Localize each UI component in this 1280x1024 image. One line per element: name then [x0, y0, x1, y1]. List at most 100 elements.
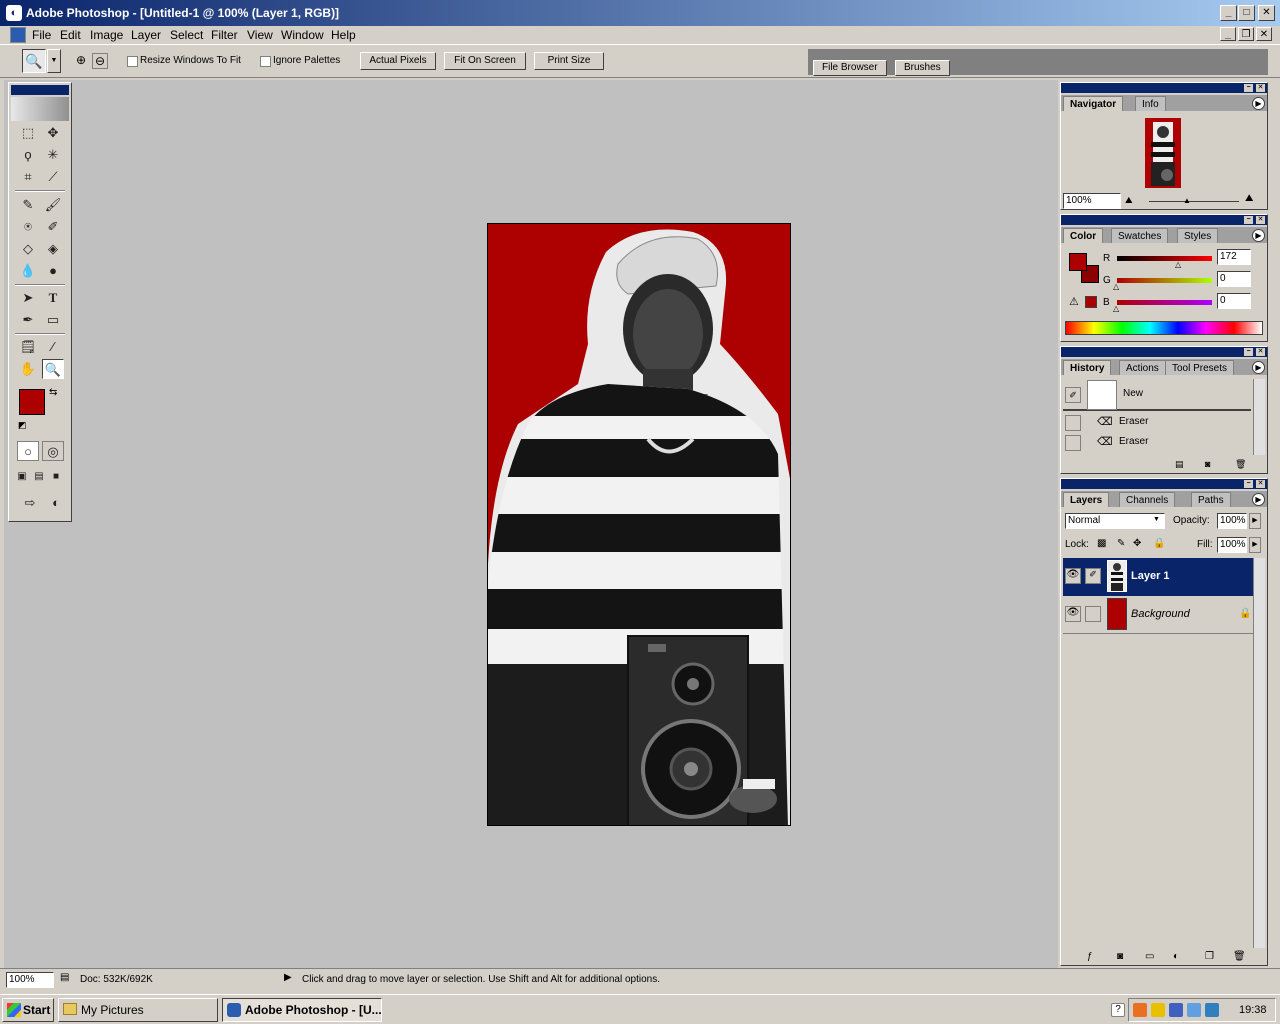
color-fg-swatch[interactable] — [1069, 253, 1087, 271]
color-ramp[interactable] — [1065, 321, 1263, 335]
layer-brush-link-icon[interactable]: ✐ — [1085, 568, 1101, 584]
menu-layer[interactable]: Layer — [131, 28, 161, 42]
zoom-slider[interactable] — [1149, 201, 1239, 202]
doc-minimize-button[interactable]: _ — [1220, 27, 1236, 41]
palette-minimize-button[interactable]: − — [1244, 84, 1253, 92]
menu-image[interactable]: Image — [90, 28, 123, 42]
palette-menu-icon[interactable]: ▶ — [1252, 97, 1265, 110]
menu-view[interactable]: View — [247, 28, 273, 42]
tab-swatches[interactable]: Swatches — [1111, 228, 1169, 243]
gamut-warning-icon[interactable]: ⚠ — [1069, 295, 1079, 308]
lock-position-icon[interactable]: ✥ — [1133, 538, 1141, 549]
tab-tool-presets[interactable]: Tool Presets — [1165, 360, 1235, 375]
lasso-tool-icon[interactable]: ϙ — [17, 145, 39, 165]
blend-mode-select[interactable]: Normal — [1065, 513, 1165, 529]
palette-close-button[interactable]: ✕ — [1256, 348, 1265, 356]
r-value-field[interactable]: 172 — [1217, 249, 1251, 265]
history-scrollbar[interactable] — [1253, 379, 1265, 455]
layer-brush-link-box[interactable] — [1085, 606, 1101, 622]
fill-slider-button[interactable]: ▶ — [1249, 537, 1261, 553]
full-screen-menu-mode-icon[interactable]: ▤ — [31, 467, 47, 487]
lock-transparency-icon[interactable]: ▩ — [1097, 538, 1106, 549]
tab-channels[interactable]: Channels — [1119, 492, 1176, 507]
brush-tool-icon[interactable]: 🖌 — [42, 195, 64, 215]
g-slider[interactable] — [1117, 278, 1212, 283]
lock-all-icon[interactable]: 🔒 — [1153, 538, 1165, 549]
zoom-in-large-icon[interactable]: ⛰ — [1245, 193, 1253, 204]
adjustment-layer-icon[interactable]: ◐ — [1173, 951, 1179, 962]
palette-minimize-button[interactable]: − — [1244, 480, 1253, 488]
menu-file[interactable]: File — [32, 28, 51, 42]
jump-to-imageready-icon[interactable]: ⇨ — [17, 493, 43, 513]
tab-navigator[interactable]: Navigator — [1063, 96, 1124, 111]
menu-filter[interactable]: Filter — [211, 28, 238, 42]
task-my-pictures[interactable]: My Pictures — [58, 998, 218, 1022]
history-brush-source-box[interactable] — [1065, 435, 1081, 451]
rectangle-tool-icon[interactable]: ▭ — [42, 310, 64, 330]
tab-actions[interactable]: Actions — [1119, 360, 1166, 375]
blur-tool-icon[interactable]: 💧 — [17, 261, 39, 281]
zoom-out-small-icon[interactable]: ⛰ — [1125, 195, 1133, 206]
zoom-tool-icon[interactable]: 🔍 — [42, 359, 64, 379]
close-button[interactable]: ✕ — [1258, 5, 1275, 21]
doc-close-button[interactable]: ✕ — [1256, 27, 1272, 41]
tab-styles[interactable]: Styles — [1177, 228, 1219, 243]
quick-mask-mode-icon[interactable]: ◎ — [42, 441, 64, 461]
tab-color[interactable]: Color — [1063, 228, 1104, 243]
history-snapshot-row[interactable]: ✐ New — [1063, 379, 1251, 411]
lock-image-icon[interactable]: ✎ — [1117, 538, 1125, 549]
print-size-button[interactable]: Print Size — [534, 52, 604, 70]
palette-titlebar[interactable]: − ✕ — [1061, 347, 1267, 357]
history-brush-source-icon[interactable]: ✐ — [1065, 387, 1081, 403]
actual-pixels-button[interactable]: Actual Pixels — [360, 52, 436, 70]
document-icon[interactable] — [10, 27, 26, 43]
doc-restore-button[interactable]: ❐ — [1238, 27, 1254, 41]
start-button[interactable]: Start — [2, 998, 54, 1022]
shield-icon[interactable] — [1151, 1003, 1165, 1017]
eyedropper-tool-icon[interactable]: ⁄ — [42, 337, 64, 357]
zoom-in-icon[interactable]: ⊕ — [73, 53, 89, 69]
default-colors-icon[interactable]: ◩ — [18, 420, 27, 431]
b-value-field[interactable]: 0 — [1217, 293, 1251, 309]
paint-bucket-tool-icon[interactable]: ◈ — [42, 239, 64, 259]
volume-icon[interactable] — [1205, 1003, 1219, 1017]
delete-layer-icon[interactable]: 🗑 — [1233, 951, 1246, 962]
opacity-field[interactable]: 100% — [1217, 513, 1247, 529]
tray-app-icon[interactable] — [1133, 1003, 1147, 1017]
tab-info[interactable]: Info — [1135, 96, 1166, 111]
layer-visibility-eye-icon[interactable]: 👁 — [1065, 568, 1081, 584]
healing-brush-tool-icon[interactable]: ✎ — [17, 195, 39, 215]
clone-stamp-tool-icon[interactable]: ⍟ — [17, 217, 39, 237]
opacity-slider-button[interactable]: ▶ — [1249, 513, 1261, 529]
layers-scrollbar[interactable] — [1253, 558, 1265, 948]
document-info-icon[interactable]: ▤ — [60, 972, 74, 986]
palette-titlebar[interactable]: − ✕ — [1061, 479, 1267, 489]
resize-windows-checkbox[interactable] — [127, 56, 138, 67]
navigator-zoom-field[interactable]: 100% — [1063, 193, 1121, 209]
search-icon[interactable] — [1187, 1003, 1201, 1017]
blend-mode-dropdown-icon[interactable]: ▼ — [1153, 516, 1160, 523]
layer-row-background[interactable]: 👁 Background 🔒 — [1063, 596, 1253, 634]
new-document-from-state-icon[interactable]: ▤ — [1175, 459, 1184, 470]
path-selection-tool-icon[interactable]: ➤ — [17, 288, 39, 308]
palette-menu-icon[interactable]: ▶ — [1252, 361, 1265, 374]
dodge-tool-icon[interactable]: ● — [42, 261, 64, 281]
gamut-color-swatch[interactable] — [1085, 296, 1097, 308]
palette-close-button[interactable]: ✕ — [1256, 480, 1265, 488]
menu-select[interactable]: Select — [170, 28, 203, 42]
palette-menu-icon[interactable]: ▶ — [1252, 493, 1265, 506]
brushes-tab[interactable]: Brushes — [895, 60, 950, 76]
g-value-field[interactable]: 0 — [1217, 271, 1251, 287]
swap-colors-icon[interactable]: ⇆ — [49, 387, 57, 398]
zoom-out-icon[interactable]: ⊖ — [92, 53, 108, 69]
tab-layers[interactable]: Layers — [1063, 492, 1110, 507]
palette-close-button[interactable]: ✕ — [1256, 84, 1265, 92]
new-layer-set-icon[interactable]: ▭ — [1145, 951, 1154, 962]
layer-mask-icon[interactable]: ◙ — [1117, 951, 1123, 962]
fill-field[interactable]: 100% — [1217, 537, 1247, 553]
fit-on-screen-button[interactable]: Fit On Screen — [444, 52, 526, 70]
new-layer-icon[interactable]: ❐ — [1205, 951, 1214, 962]
palette-minimize-button[interactable]: − — [1244, 216, 1253, 224]
delete-state-icon[interactable]: 🗑 — [1235, 459, 1246, 470]
layer-row-layer-1[interactable]: 👁 ✐ Layer 1 — [1063, 558, 1253, 596]
